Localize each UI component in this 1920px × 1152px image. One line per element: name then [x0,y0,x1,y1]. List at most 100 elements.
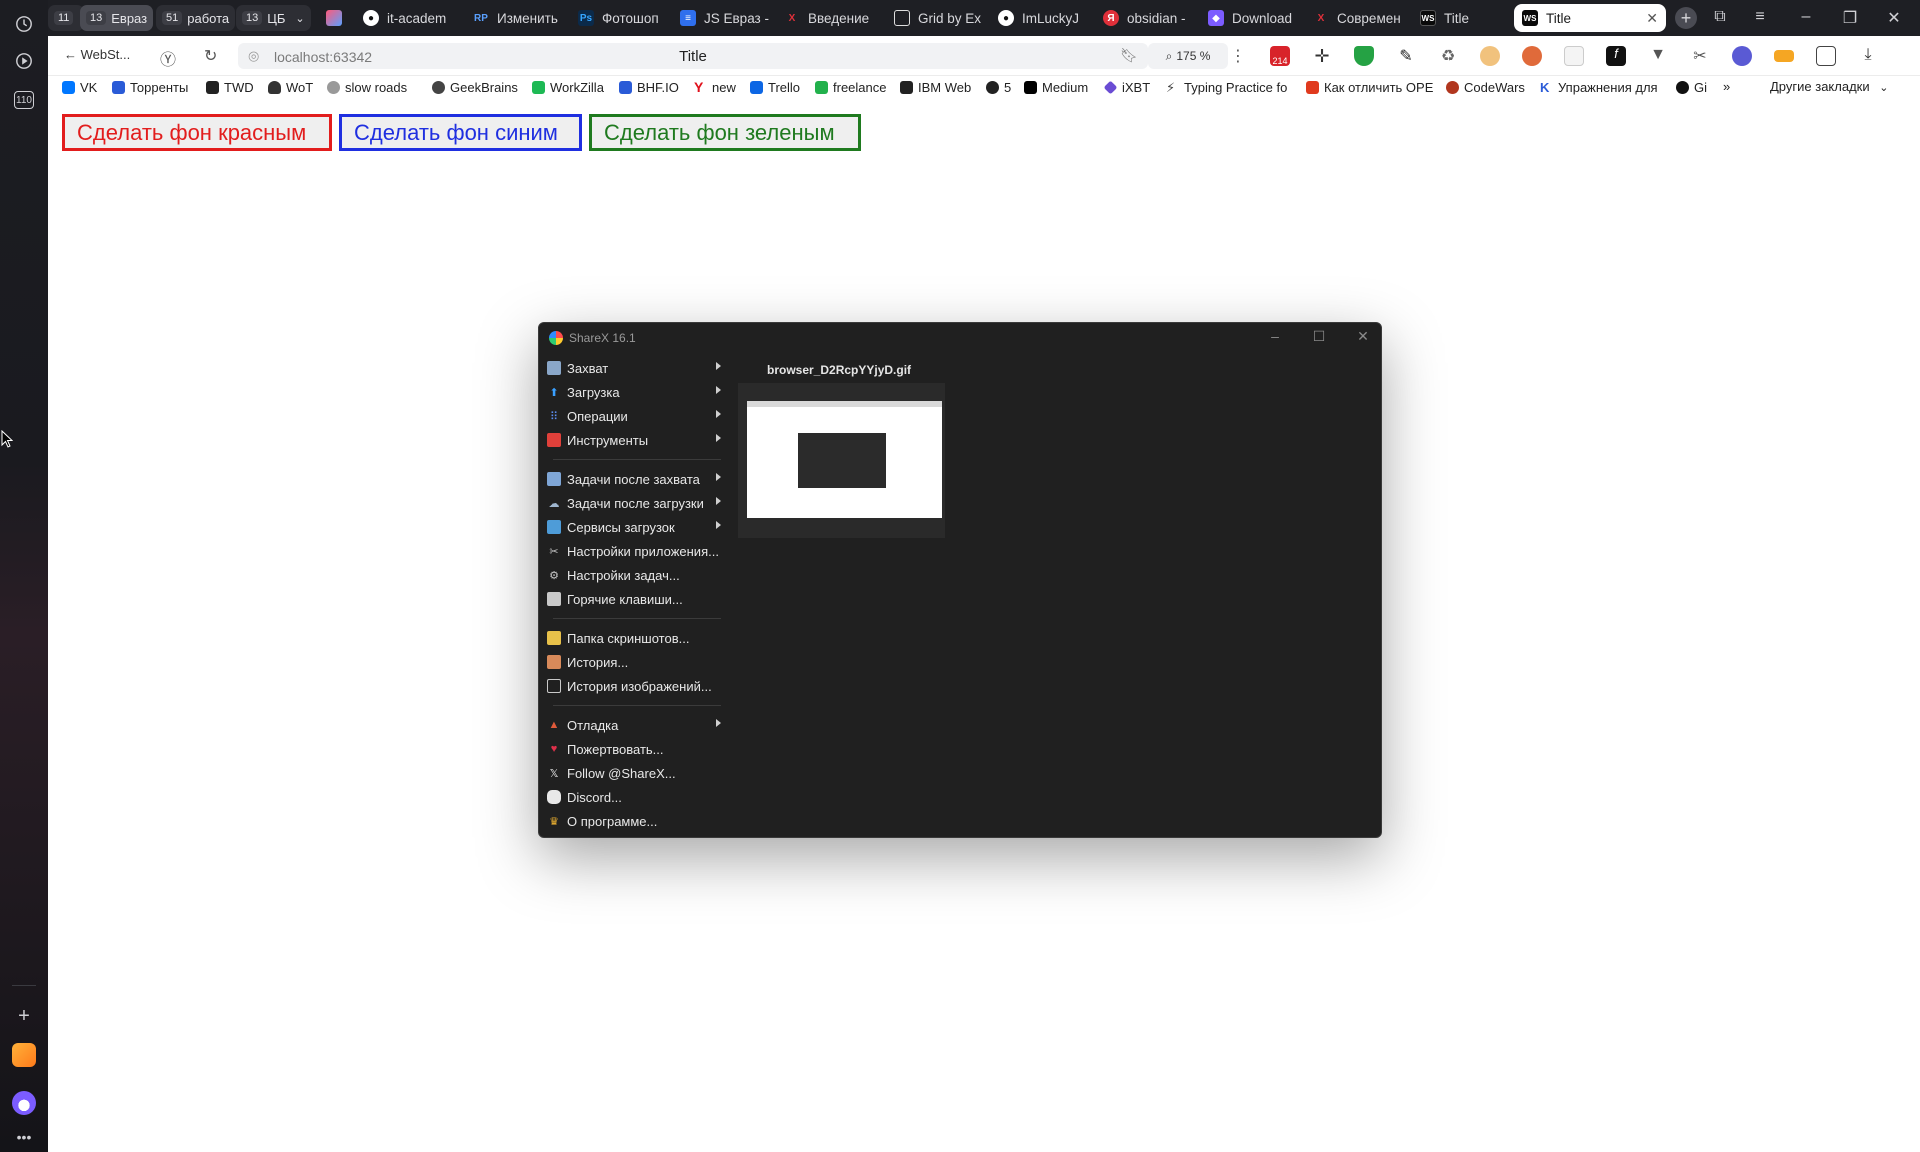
menu-destinations[interactable]: Сервисы загрузок [547,516,725,538]
capture-thumbnail[interactable] [738,383,945,538]
ext-fox-icon[interactable] [1522,46,1542,66]
ext-v-icon[interactable]: ▼ [1648,46,1668,66]
make-bg-blue-button[interactable]: Сделать фон синим [339,114,582,151]
fl-icon [815,81,828,94]
close-window-icon[interactable]: ✕ [1882,8,1906,28]
menu-donate[interactable]: ♥ Пожертвовать... [547,738,725,760]
menu-upload[interactable]: ⬆ Загрузка [547,381,725,403]
other-bookmarks-button[interactable]: Другие закладки ⌄ [1770,79,1888,94]
menu-workflows[interactable]: ⠿ Операции [547,405,725,427]
bookmark-gi[interactable]: Gi [1676,80,1718,95]
bookmark-workzilla[interactable]: WorkZilla [532,80,604,95]
discord-icon [547,790,561,804]
bookmark-5[interactable]: 5 [986,80,1011,95]
restore-icon[interactable]: ❐ [1838,8,1862,28]
make-bg-red-button[interactable]: Сделать фон красным [62,114,332,151]
minimize-icon[interactable]: – [1794,8,1818,26]
menu-debug[interactable]: ▲ Отладка [547,714,725,736]
bookmark-trello[interactable]: Trello [750,80,800,95]
bookmark-twd[interactable]: TWD [206,80,254,95]
menu-history[interactable]: История... [547,651,725,673]
bookmark-vk[interactable]: VK [62,80,97,95]
add-icon[interactable]: + [11,1003,37,1029]
bookmark-geekbrains[interactable]: GeekBrains [432,80,518,95]
bookmark-ixbt[interactable]: iXBT [1103,80,1150,95]
ext-puzzle-icon[interactable] [1816,46,1836,66]
menu-label: Папка скриншотов... [567,630,690,646]
ext-shield-icon[interactable] [1354,46,1374,66]
menu-image-history[interactable]: История изображений... [547,675,725,697]
address-bar-row: ← WebSt... Ⓨ ↻ ◎ localhost:63342 Title 🔖… [48,36,1920,76]
bookmark-freelance[interactable]: freelance [815,80,886,95]
history-icon[interactable] [11,11,37,37]
menu-icon[interactable]: ≡ [1748,8,1772,26]
sharex-titlebar[interactable]: ShareX 16.1 – ☐ ✕ [539,323,1381,353]
back-button[interactable]: ← WebSt... [64,47,130,62]
sharex-logo-icon [549,331,563,345]
ext-battery-icon[interactable] [1774,50,1794,62]
tab-pinned[interactable] [326,4,352,32]
ext-recycle-icon[interactable]: ♻ [1438,46,1458,66]
menu-screenshots-folder[interactable]: Папка скриншотов... [547,627,725,649]
heart-icon: ♥ [550,743,558,755]
ext-calendar2-icon[interactable] [1564,46,1584,66]
tab-group-evraz[interactable]: 13 Евраз [80,5,154,31]
collections-icon[interactable]: ⧉ [1708,8,1732,26]
reload-icon[interactable]: ↻ [204,46,217,66]
close-tab-icon[interactable]: ✕ [1646,10,1658,27]
tab-group-cb[interactable]: 13 ЦБ ⌄ [236,5,311,31]
new-tab-button[interactable]: + [1675,7,1697,29]
tab-title-active[interactable]: WS Title ✕ [1514,4,1666,32]
menu-label: О программе... [567,813,658,829]
make-bg-green-button[interactable]: Сделать фон зеленым [589,114,861,151]
menu-follow-x[interactable]: 𝕏 Follow @ShareX... [547,762,725,784]
notifications-badge[interactable]: 110 [14,91,34,109]
submenu-arrow-icon [716,473,721,481]
menu-app-settings[interactable]: ✂ Настройки приложения... [547,540,725,562]
menu-discord[interactable]: Discord... [547,786,725,808]
ext-calendar-icon[interactable]: 214 [1270,46,1290,66]
menu-hotkeys[interactable]: Горячие клавиши... [547,588,725,610]
bookmark-torrents[interactable]: Торренты [112,80,188,95]
yandex-logo-icon[interactable]: Ⓨ [160,46,176,70]
menu-task-settings[interactable]: ⚙ Настройки задач... [547,564,725,586]
menu-tools[interactable]: Инструменты [547,429,725,451]
ext-eyedropper-icon[interactable]: ✎ [1396,46,1416,66]
more-icon[interactable]: ••• [11,1124,37,1150]
ext-globe-icon[interactable] [1732,46,1752,66]
close-icon[interactable]: ✕ [1353,328,1373,345]
bookmark-medium[interactable]: Medium [1024,80,1088,95]
ext-move-icon[interactable]: ✛ [1312,46,1332,66]
bookmark-label: new [712,80,736,95]
ext-face-icon[interactable] [1480,46,1500,66]
menu-after-upload[interactable]: ☁ Задачи после загрузки [547,492,725,514]
bookmark-wot[interactable]: WoT [268,80,313,95]
menu-about[interactable]: ♛ О программе... [547,810,725,832]
alice-icon[interactable] [12,1091,36,1115]
maximize-icon[interactable]: ☐ [1309,328,1329,345]
bookmark-new[interactable]: Ynew [694,80,736,95]
play-icon[interactable] [11,48,37,74]
menu-after-capture[interactable]: Задачи после захвата [547,468,725,490]
ext-formula-icon[interactable]: f [1606,46,1626,66]
ext-tools-icon[interactable]: ✂ [1690,46,1710,66]
zoom-indicator[interactable]: ⌕ 175 % [1148,43,1228,69]
bookmark-slow-roads[interactable]: slow roads [327,80,407,95]
sharex-title: ShareX 16.1 [569,331,636,345]
bookmarks-overflow-button[interactable]: » [1723,79,1730,94]
minimize-icon[interactable]: – [1265,328,1285,344]
menu-capture[interactable]: Захват [547,357,725,379]
menu-label: Настройки приложения... [567,543,719,559]
bookmark-icon[interactable]: 🔖︎ [1120,47,1138,64]
mail-icon[interactable] [12,1043,36,1067]
download-icon[interactable]: ⤓ [1858,46,1878,66]
bookmark-ibm-web[interactable]: IBM Web [900,80,971,95]
more-options-icon[interactable]: ⋮ [1230,46,1246,66]
bookmark-bhf[interactable]: BHF.IO [619,80,679,95]
tab-group-rabota[interactable]: 51 работа [156,5,236,31]
bookmark-codewars[interactable]: CodeWars [1446,80,1525,95]
url-bar[interactable]: ◎ localhost:63342 Title 🔖︎ [238,43,1148,69]
bookmark-label: BHF.IO [637,80,679,95]
vk-icon [62,81,75,94]
tab-group-1[interactable]: 11 [48,5,85,31]
